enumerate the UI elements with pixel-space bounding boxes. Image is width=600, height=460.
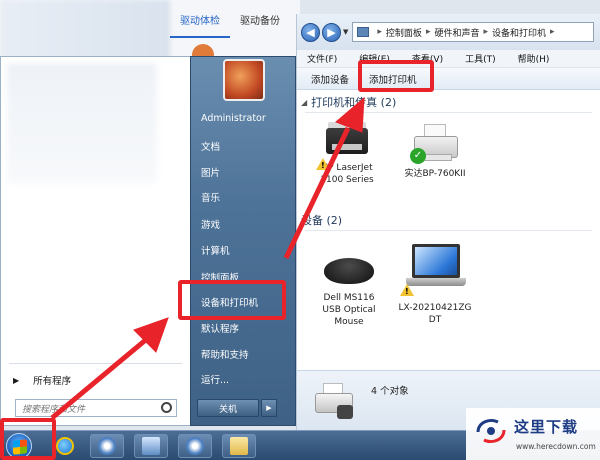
menu-bar: 文件(F) 编辑(E) 查看(V) 工具(T) 帮助(H) [297, 50, 600, 68]
search-icon[interactable] [161, 402, 172, 413]
site-url: www.herecdown.com [516, 442, 596, 451]
highlight-add-printer [358, 60, 434, 92]
menu-divider [9, 363, 182, 364]
menu-tools[interactable]: 工具(T) [465, 52, 496, 65]
device-computer[interactable]: LX-20210421ZG DT [393, 242, 477, 326]
start-item-user[interactable]: Administrator [201, 113, 266, 124]
start-item-computer[interactable]: 计算机 [201, 243, 230, 257]
start-search-input[interactable]: 搜索程序和文件 [15, 399, 177, 417]
address-bar[interactable]: ▸ 控制面板 ▸ 硬件和声音 ▸ 设备和打印机 ▸ [352, 22, 594, 42]
shutdown-options-icon[interactable]: ▶ [261, 399, 277, 417]
internet-explorer-icon [56, 437, 74, 455]
all-programs-button[interactable]: ▶ 所有程序 [13, 373, 72, 388]
highlight-start-button [0, 418, 56, 460]
breadcrumb-hardware-sound[interactable]: 硬件和声音 [434, 26, 479, 39]
add-device-button[interactable]: 添加设备 [303, 69, 357, 89]
menu-help[interactable]: 帮助(H) [518, 52, 550, 65]
collapse-triangle-icon[interactable]: ◢ [301, 98, 307, 107]
device-hp-laserjet[interactable]: HP LaserJet 1100 Series [307, 122, 387, 186]
laptop-icon [400, 242, 466, 298]
device-name: 1100 Series [320, 175, 374, 185]
devices-and-printers-window: ◀ ▶ ▼ ▸ 控制面板 ▸ 硬件和声音 ▸ 设备和打印机 ▸ 文件(F) 编辑… [296, 14, 600, 430]
all-programs-label: 所有程序 [33, 376, 72, 387]
device-name: LX-20210421ZG [398, 303, 472, 313]
blurred-area [0, 0, 170, 60]
start-menu-places-pane: Administrator 文档 图片 音乐 游戏 计算机 控制面板 设备和打印… [190, 56, 296, 426]
tab-driver-backup[interactable]: 驱动备份 [230, 0, 290, 38]
device-name: USB Optical [322, 305, 376, 315]
group-divider [305, 230, 592, 231]
printers-group-header[interactable]: ◢ 打印机和传真 (2) [301, 94, 396, 110]
warning-icon [316, 158, 330, 172]
group-divider [305, 112, 592, 113]
search-placeholder: 搜索程序和文件 [22, 404, 86, 415]
folder-icon [230, 437, 248, 455]
site-brand: 这里下载 [514, 418, 579, 436]
taskbar-app-1[interactable] [90, 434, 124, 458]
start-item-documents[interactable]: 文档 [201, 139, 220, 153]
default-check-icon: ✓ [410, 148, 426, 164]
tab-driver-check[interactable]: 驱动体检 [170, 0, 230, 38]
navigation-bar: ◀ ▶ ▼ ▸ 控制面板 ▸ 硬件和声音 ▸ 设备和打印机 ▸ [297, 14, 600, 50]
blurred-program-list [7, 63, 157, 183]
printer-camera-icon [313, 383, 355, 421]
taskbar-explorer[interactable] [222, 434, 256, 458]
laser-printer-icon [316, 122, 372, 172]
menu-file[interactable]: 文件(F) [307, 52, 337, 65]
mouse-icon [322, 254, 376, 288]
chevron-right-icon: ▸ [550, 27, 555, 37]
background-driver-app: 驱动体检 驱动备份 [0, 0, 300, 66]
recent-pages-dropdown-icon[interactable]: ▼ [343, 28, 348, 36]
device-dell-mouse[interactable]: Dell MS116 USB Optical Mouse [309, 254, 389, 328]
control-panel-icon [357, 27, 370, 37]
device-name: Dell MS116 [323, 293, 375, 303]
start-item-games[interactable]: 游戏 [201, 217, 220, 231]
command-bar: 添加设备 添加打印机 [297, 68, 600, 90]
shutdown-button[interactable]: 关机 [197, 399, 259, 417]
chevron-right-icon: ▸ [483, 27, 489, 37]
breadcrumb-devices-printers[interactable]: 设备和打印机 [492, 26, 546, 39]
warning-icon [400, 284, 414, 298]
start-item-help[interactable]: 帮助和支持 [201, 347, 249, 361]
site-watermark: 这里下载 www.herecdown.com [466, 408, 600, 460]
start-item-run[interactable]: 运行... [201, 372, 229, 386]
devices-group-header[interactable]: 设备 (2) [301, 212, 342, 228]
taskbar-app-2[interactable] [134, 434, 168, 458]
device-name: 实达BP-760KII [404, 169, 466, 179]
taskbar-app-3[interactable] [178, 434, 212, 458]
forward-button[interactable]: ▶ [322, 22, 341, 42]
start-item-pictures[interactable]: 图片 [201, 165, 220, 179]
devices-group-title: 设备 (2) [301, 214, 343, 227]
back-button[interactable]: ◀ [301, 22, 320, 42]
triangle-right-icon: ▶ [13, 375, 20, 385]
device-shida-bp760[interactable]: ✓ 实达BP-760KII [395, 124, 475, 180]
device-name: DT [428, 315, 442, 325]
printers-group-title: 打印机和传真 (2) [311, 96, 397, 109]
highlight-devices-printers [178, 280, 286, 320]
device-name: Mouse [334, 317, 364, 327]
chevron-right-icon: ▸ [377, 27, 382, 37]
network-icon [142, 437, 160, 455]
user-picture[interactable] [223, 59, 265, 101]
object-count: 4 个对象 [371, 386, 409, 397]
inkjet-printer-icon: ✓ [410, 124, 460, 164]
chevron-right-icon: ▸ [425, 27, 431, 37]
gear-icon [98, 437, 116, 455]
gear-icon [186, 437, 204, 455]
breadcrumb-control-panel[interactable]: 控制面板 [386, 26, 422, 39]
site-logo-icon [476, 418, 506, 444]
start-menu-programs-pane: ▶ 所有程序 搜索程序和文件 [0, 56, 190, 426]
driver-app-tabs: 驱动体检 驱动备份 [170, 0, 290, 38]
start-item-default-programs[interactable]: 默认程序 [201, 321, 239, 335]
start-item-music[interactable]: 音乐 [201, 190, 220, 204]
